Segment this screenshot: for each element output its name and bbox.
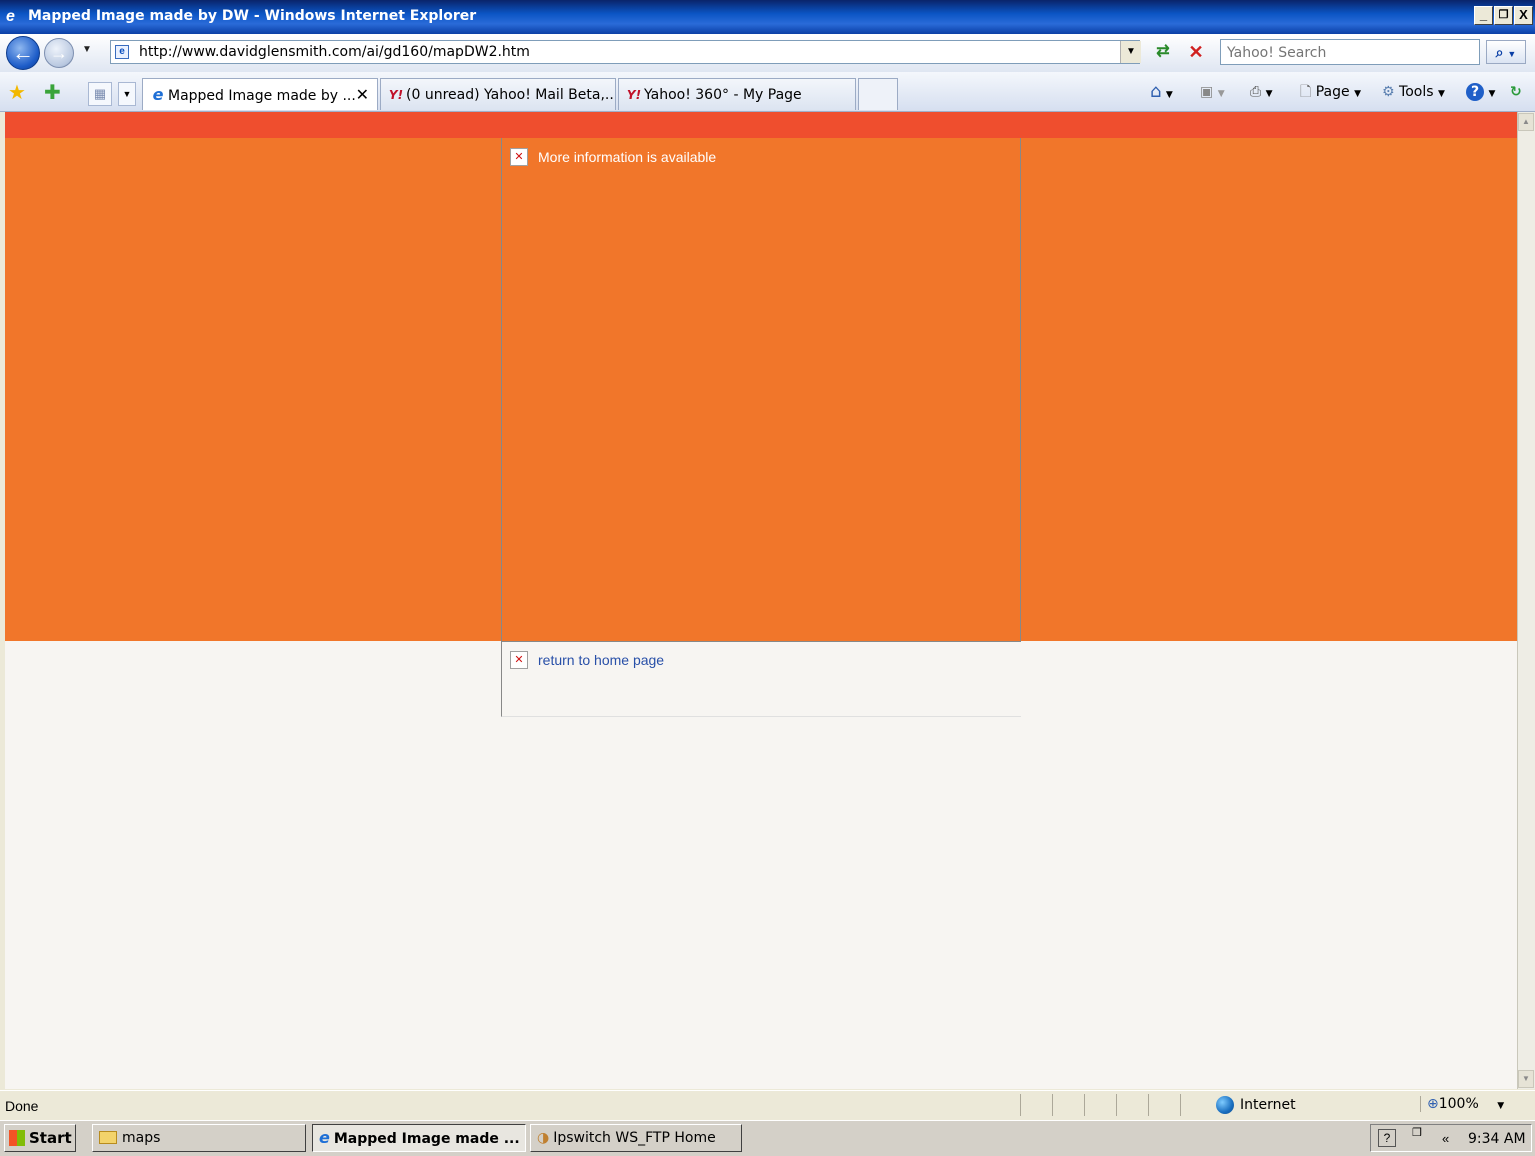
home-icon: ⌂ [1150, 81, 1162, 102]
yahoo-icon: Y! [388, 88, 404, 102]
taskbar-item-maps[interactable]: maps [92, 1124, 306, 1152]
tab-label: Yahoo! 360° - My Page [644, 87, 802, 103]
scroll-up-arrow-icon[interactable]: ▲ [1518, 113, 1534, 131]
tab-mapped-image[interactable]: e Mapped Image made by ... ✕ [142, 78, 378, 110]
tab-label: (0 unread) Yahoo! Mail Beta,... [406, 87, 616, 103]
page-icon: 🗋 [1300, 84, 1312, 100]
tools-menu-label: Tools [1399, 84, 1434, 100]
return-home-link[interactable]: return to home page [538, 652, 664, 668]
taskbar-item-wsftp[interactable]: ◑ Ipswitch WS_FTP Home [530, 1124, 742, 1152]
home-button[interactable]: ⌂ ▼ [1150, 80, 1173, 104]
address-field[interactable]: e http://www.davidglensmith.com/ai/gd160… [110, 40, 1140, 64]
quick-tabs-button[interactable]: ▦ [88, 82, 112, 106]
close-button[interactable]: X [1514, 6, 1533, 25]
start-label: Start [29, 1129, 72, 1147]
recent-pages-dropdown[interactable]: ▼ [82, 44, 92, 55]
ie-icon: e [152, 85, 164, 104]
globe-icon [1216, 1096, 1234, 1114]
stop-icon[interactable]: ✕ [1183, 40, 1209, 64]
help-icon: ? [1466, 83, 1484, 101]
network-tray-icon[interactable]: ❒ [1412, 1126, 1422, 1139]
taskbar-item-label: Mapped Image made ... [333, 1131, 520, 1147]
page-content: ✕ More information is available ✕ return… [5, 112, 1517, 1089]
show-hidden-icons-icon[interactable]: « [1442, 1131, 1449, 1146]
feeds-button[interactable]: ▣ ▼ [1200, 80, 1225, 104]
page-menu[interactable]: 🗋 Page ▼ [1300, 80, 1361, 104]
tab-yahoo-360[interactable]: Y! Yahoo! 360° - My Page [618, 78, 856, 110]
tools-menu[interactable]: ⚙ Tools ▼ [1382, 80, 1445, 104]
restore-button[interactable]: ❐ [1494, 6, 1513, 25]
broken-image-icon[interactable]: ✕ [510, 651, 528, 669]
back-arrow-icon: ← [12, 40, 34, 65]
status-segment [1116, 1094, 1146, 1116]
status-bar [0, 1090, 1535, 1120]
top-color-strip [5, 112, 1517, 138]
minimize-button[interactable]: _ [1474, 6, 1493, 25]
windows-logo-icon [9, 1130, 25, 1146]
print-button[interactable]: ⎙ ▼ [1250, 80, 1273, 104]
status-segment [1020, 1094, 1050, 1116]
zoom-level[interactable]: ⊕100% ▼ [1420, 1096, 1504, 1112]
forward-button[interactable]: → [44, 38, 74, 68]
window-title: Mapped Image made by DW - Windows Intern… [28, 8, 477, 24]
back-button[interactable]: ← [6, 36, 40, 70]
print-icon: ⎙ [1250, 84, 1262, 100]
zone-label: Internet [1240, 1097, 1296, 1113]
search-input[interactable] [1225, 41, 1479, 65]
zoom-value: 100% [1438, 1096, 1479, 1112]
taskbar-item-label: Ipswitch WS_FTP Home [553, 1130, 716, 1146]
search-button[interactable]: ⌕ ▼ [1486, 40, 1526, 64]
ie-icon: e [6, 8, 15, 25]
url-text: http://www.davidglensmith.com/ai/gd160/m… [139, 44, 530, 60]
page-icon: e [115, 45, 129, 59]
gear-icon: ⚙ [1382, 84, 1395, 100]
refresh-icon[interactable]: ⇄ [1150, 40, 1176, 64]
title-bar[interactable]: e Mapped Image made by DW - Windows Inte… [0, 0, 1535, 34]
status-segment [1084, 1094, 1114, 1116]
start-button[interactable]: Start [4, 1124, 76, 1152]
broken-image-icon[interactable]: ✕ [510, 148, 528, 166]
help-tray-icon[interactable]: ? [1378, 1129, 1396, 1147]
tab-yahoo-mail[interactable]: Y! (0 unread) Yahoo! Mail Beta,... [380, 78, 616, 110]
new-tab-button[interactable] [858, 78, 898, 110]
search-icon: ⌕ [1495, 44, 1504, 60]
ftp-icon: ◑ [537, 1130, 550, 1146]
image-map-area[interactable] [501, 138, 1021, 641]
favorites-star-icon[interactable]: ★ [8, 80, 26, 105]
status-text: Done [5, 1098, 39, 1114]
status-segment [1052, 1094, 1082, 1116]
image-alt-text[interactable]: More information is available [538, 149, 716, 165]
add-favorite-icon[interactable]: ✚ [44, 80, 61, 105]
ie-icon: e [319, 1128, 330, 1147]
help-button[interactable]: ? ▼ [1466, 80, 1495, 104]
search-box[interactable] [1220, 39, 1480, 65]
tab-list-button[interactable]: ▼ [118, 82, 136, 106]
close-tab-icon[interactable]: ✕ [356, 79, 369, 110]
folder-icon [99, 1131, 117, 1144]
address-dropdown-button[interactable]: ▼ [1120, 41, 1141, 63]
taskbar-item-label: maps [122, 1130, 161, 1146]
clock: 9:34 AM [1468, 1131, 1526, 1147]
tab-label: Mapped Image made by ... [168, 88, 356, 104]
forward-arrow-icon: → [50, 43, 68, 63]
status-segment [1180, 1094, 1210, 1116]
research-icon[interactable]: ↻ [1510, 80, 1522, 104]
feeds-icon: ▣ [1200, 84, 1214, 100]
security-zone[interactable]: Internet [1216, 1096, 1296, 1114]
vertical-scrollbar[interactable] [1517, 112, 1535, 1089]
zoom-icon: ⊕ [1427, 1096, 1439, 1112]
page-menu-label: Page [1315, 84, 1350, 100]
taskbar-item-ie[interactable]: e Mapped Image made ... [312, 1124, 526, 1152]
yahoo-icon: Y! [626, 88, 642, 102]
scroll-down-arrow-icon[interactable]: ▼ [1518, 1070, 1534, 1088]
status-segment [1148, 1094, 1178, 1116]
